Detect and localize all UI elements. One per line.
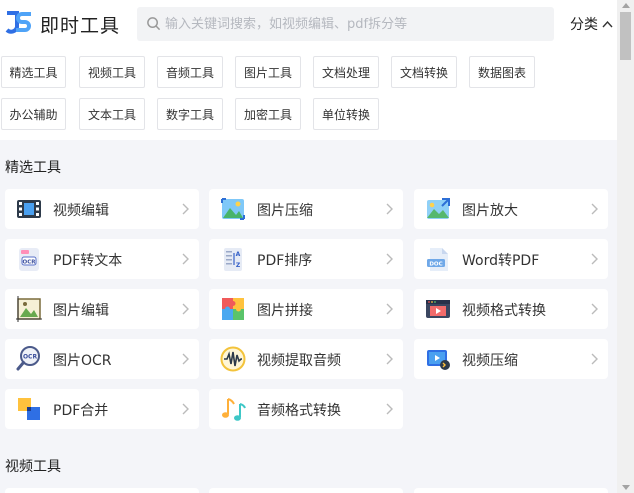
ocr-doc-icon: OCR xyxy=(19,248,39,271)
tool-label: Word转PDF xyxy=(462,253,540,269)
chevron-right-icon xyxy=(386,203,393,215)
scroll-thumb[interactable] xyxy=(620,12,631,60)
film-icon xyxy=(17,200,41,218)
svg-text:Z: Z xyxy=(236,262,241,269)
tool-label: 视频压缩 xyxy=(462,353,518,369)
tool-card-word-to-pdf[interactable]: DOC Word转PDF xyxy=(414,239,608,279)
tool-card-image-compress[interactable]: 图片压缩 xyxy=(209,189,403,229)
search-icon xyxy=(147,17,161,31)
tool-card-partial[interactable] xyxy=(414,488,608,493)
tool-label: 图片拼接 xyxy=(257,303,313,319)
chevron-right-icon xyxy=(182,253,189,265)
scroll-up-icon[interactable] xyxy=(622,3,630,8)
logo-icon[interactable] xyxy=(4,8,34,38)
video-compress-icon xyxy=(427,350,450,370)
tool-label: PDF排序 xyxy=(257,253,313,269)
tool-label: 图片OCR xyxy=(53,353,112,369)
top-bar: 即时工具 分类 xyxy=(0,0,617,48)
tool-card-partial[interactable] xyxy=(5,488,199,493)
tool-label: 视频格式转换 xyxy=(462,303,546,319)
chevron-right-icon xyxy=(386,403,393,415)
tool-card-pdf-to-text[interactable]: OCR PDF转文本 xyxy=(5,239,199,279)
chevron-right-icon xyxy=(591,353,598,365)
tool-card-video-compress[interactable]: 视频压缩 xyxy=(414,339,608,379)
tool-card-pdf-merge[interactable]: PDF合并 xyxy=(5,389,199,429)
tool-label: 图片编辑 xyxy=(53,303,109,319)
chevron-up-icon xyxy=(602,20,613,28)
tool-card-pdf-sort[interactable]: A Z PDF排序 xyxy=(209,239,403,279)
image-enlarge-icon xyxy=(427,198,450,219)
tag-office[interactable]: 办公辅助 xyxy=(1,98,66,130)
tag-encrypt[interactable]: 加密工具 xyxy=(235,98,301,130)
vertical-scrollbar[interactable] xyxy=(617,0,634,493)
tool-label: 音频格式转换 xyxy=(257,403,341,419)
tag-text[interactable]: 文本工具 xyxy=(79,98,145,130)
svg-text:OCR: OCR xyxy=(23,354,38,361)
tool-label: 视频编辑 xyxy=(53,203,109,219)
chevron-right-icon xyxy=(591,303,598,315)
chevron-right-icon xyxy=(591,253,598,265)
tool-card-image-enlarge[interactable]: 图片放大 xyxy=(414,189,608,229)
chevron-right-icon xyxy=(182,303,189,315)
tag-doc-process[interactable]: 文档处理 xyxy=(313,56,379,88)
tool-card-video-edit[interactable]: 视频编辑 xyxy=(5,189,199,229)
tool-label: PDF转文本 xyxy=(53,253,123,269)
tool-label: 视频提取音频 xyxy=(257,353,341,369)
image-compress-icon xyxy=(221,198,245,220)
tool-card-image-edit[interactable]: 图片编辑 xyxy=(5,289,199,329)
puzzle-icon xyxy=(222,298,244,320)
tag-featured[interactable]: 精选工具 xyxy=(1,56,66,88)
chevron-right-icon xyxy=(386,253,393,265)
category-toggle[interactable]: 分类 xyxy=(570,14,613,34)
category-label: 分类 xyxy=(570,17,598,33)
chevron-right-icon xyxy=(591,203,598,215)
chevron-right-icon xyxy=(182,403,189,415)
search-input[interactable] xyxy=(165,7,545,41)
waveform-icon xyxy=(220,346,246,372)
image-edit-icon xyxy=(16,296,42,322)
app-title[interactable]: 即时工具 xyxy=(40,11,120,38)
tool-label: 图片压缩 xyxy=(257,203,313,219)
tool-card-image-stitch[interactable]: 图片拼接 xyxy=(209,289,403,329)
svg-text:DOC: DOC xyxy=(429,261,442,267)
chevron-right-icon xyxy=(182,203,189,215)
tag-unit[interactable]: 单位转换 xyxy=(313,98,379,130)
tool-label: 图片放大 xyxy=(462,203,518,219)
section-title-video: 视频工具 xyxy=(5,459,61,475)
chevron-right-icon xyxy=(182,353,189,365)
doc-file-icon: DOC xyxy=(427,248,448,271)
category-tags: 精选工具 视频工具 音频工具 图片工具 文档处理 文档转换 数据图表 办公辅助 … xyxy=(0,48,617,140)
ocr-magnifier-icon: OCR xyxy=(16,346,40,371)
tag-video[interactable]: 视频工具 xyxy=(79,56,145,88)
tool-label: PDF合并 xyxy=(53,403,109,419)
tag-doc-convert[interactable]: 文档转换 xyxy=(391,56,457,88)
section-title-featured: 精选工具 xyxy=(5,160,61,176)
tag-audio[interactable]: 音频工具 xyxy=(157,56,223,88)
music-notes-icon xyxy=(222,398,246,421)
sort-az-icon: A Z xyxy=(224,248,242,271)
svg-text:A: A xyxy=(236,251,241,258)
tag-data-chart[interactable]: 数据图表 xyxy=(469,56,535,88)
tool-card-video-format[interactable]: 视频格式转换 xyxy=(414,289,608,329)
tool-card-image-ocr[interactable]: OCR 图片OCR xyxy=(5,339,199,379)
chevron-right-icon xyxy=(386,303,393,315)
tag-number[interactable]: 数字工具 xyxy=(157,98,223,130)
tag-image[interactable]: 图片工具 xyxy=(235,56,301,88)
scroll-down-icon[interactable] xyxy=(622,485,630,490)
merge-squares-icon xyxy=(18,398,40,420)
search-box[interactable] xyxy=(137,7,554,41)
tool-card-partial[interactable] xyxy=(209,488,403,493)
video-window-icon xyxy=(426,300,450,318)
chevron-right-icon xyxy=(386,353,393,365)
svg-text:OCR: OCR xyxy=(23,260,37,266)
tool-card-audio-format[interactable]: 音频格式转换 xyxy=(209,389,403,429)
tool-card-video-extract-audio[interactable]: 视频提取音频 xyxy=(209,339,403,379)
